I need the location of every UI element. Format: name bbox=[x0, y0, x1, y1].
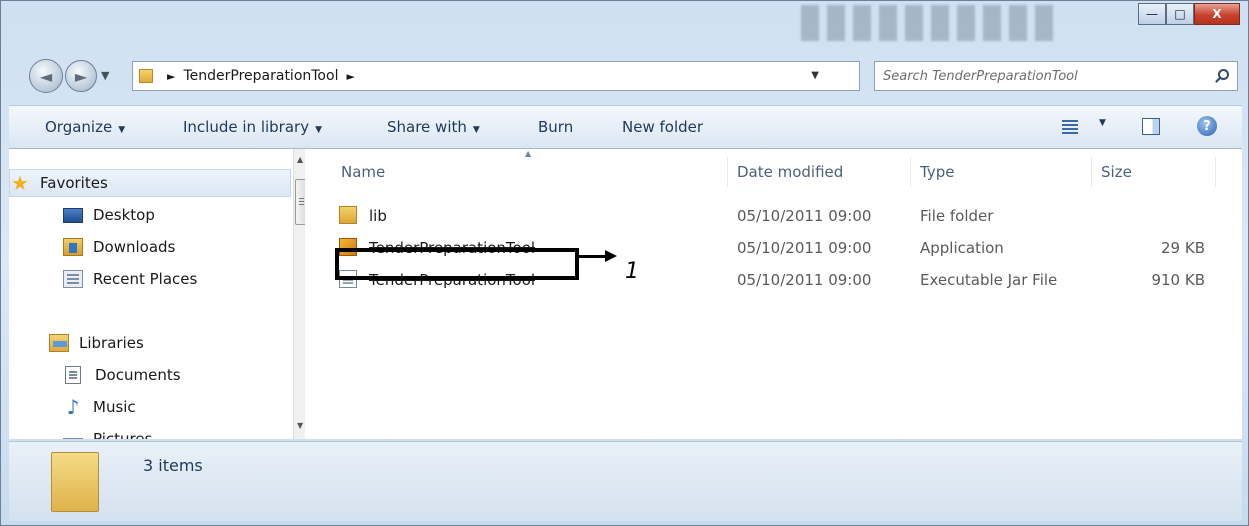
sidebar-item-label: Downloads bbox=[93, 238, 176, 256]
column-header-type[interactable]: Type bbox=[920, 163, 954, 181]
back-button[interactable]: ◄ bbox=[29, 59, 63, 93]
column-header-name[interactable]: Name bbox=[341, 163, 385, 181]
include-in-library-menu[interactable]: Include in library ▼ bbox=[183, 118, 322, 136]
change-view-icon[interactable] bbox=[1062, 120, 1078, 134]
folder-icon bbox=[339, 206, 357, 224]
file-type: Application bbox=[920, 239, 1004, 257]
column-divider[interactable] bbox=[910, 157, 911, 187]
sidebar-item-recent-places[interactable]: Recent Places bbox=[63, 265, 197, 293]
explorer-window: — □ X ◄ ► ▼ ► TenderPreparationTool ► ↻ … bbox=[0, 0, 1249, 526]
preview-pane-icon[interactable] bbox=[1142, 118, 1160, 135]
address-row: ◄ ► ▼ ► TenderPreparationTool ► ↻ ▼ bbox=[1, 53, 1249, 99]
annotation-arrow bbox=[579, 255, 607, 258]
breadcrumb-separator[interactable]: ► bbox=[167, 70, 175, 83]
pictures-icon bbox=[63, 438, 83, 439]
navigation-scrollbar[interactable]: ▲ ▼ bbox=[293, 149, 305, 439]
sidebar-item-label: Pictures bbox=[93, 430, 153, 439]
details-pane: 3 items bbox=[9, 441, 1242, 521]
file-list: Name ▲ Date modified Type Size lib 05/10… bbox=[305, 149, 1242, 439]
sidebar-item-label: Music bbox=[93, 398, 136, 416]
chevron-down-icon[interactable]: ▼ bbox=[1099, 118, 1106, 128]
sidebar-item-desktop[interactable]: Desktop bbox=[63, 201, 155, 229]
sidebar-item-label: Documents bbox=[95, 366, 181, 384]
help-icon[interactable]: ? bbox=[1197, 116, 1217, 136]
breadcrumb-separator[interactable]: ► bbox=[346, 70, 354, 83]
window-controls: — □ X bbox=[1138, 3, 1240, 25]
file-type: Executable Jar File bbox=[920, 271, 1058, 289]
desktop-icon bbox=[63, 207, 83, 223]
item-count: 3 items bbox=[143, 456, 203, 475]
sidebar-item-pictures[interactable]: Pictures bbox=[63, 425, 152, 439]
chevron-down-icon: ▼ bbox=[118, 125, 126, 135]
share-with-label: Share with bbox=[387, 118, 467, 136]
arrow-right-icon bbox=[605, 250, 617, 262]
sidebar-item-label: Favorites bbox=[40, 174, 108, 192]
file-date-modified: 05/10/2011 09:00 bbox=[737, 271, 872, 289]
folder-icon bbox=[139, 69, 153, 83]
sidebar-item-label: Libraries bbox=[79, 334, 144, 352]
folder-icon bbox=[51, 452, 99, 512]
sidebar-item-documents[interactable]: Documents bbox=[65, 361, 181, 389]
scroll-down-arrow-icon[interactable]: ▼ bbox=[297, 421, 303, 430]
scroll-up-arrow-icon[interactable]: ▲ bbox=[297, 155, 303, 164]
file-name: lib bbox=[369, 207, 387, 225]
file-date-modified: 05/10/2011 09:00 bbox=[737, 207, 872, 225]
file-size: 910 KB bbox=[1151, 271, 1205, 289]
address-bar[interactable]: ► TenderPreparationTool ► ↻ ▼ bbox=[132, 61, 981, 91]
burn-button[interactable]: Burn bbox=[538, 118, 573, 136]
sidebar-item-favorites[interactable]: ★ Favorites bbox=[9, 169, 291, 197]
share-with-menu[interactable]: Share with ▼ bbox=[387, 118, 480, 136]
close-button[interactable]: X bbox=[1194, 3, 1240, 25]
recent-places-icon bbox=[63, 270, 83, 288]
sidebar-item-music[interactable]: ♪ Music bbox=[63, 393, 136, 421]
chevron-down-icon: ▼ bbox=[472, 125, 480, 135]
breadcrumb-tenderpreparationtool[interactable]: TenderPreparationTool bbox=[183, 68, 338, 84]
documents-icon bbox=[65, 366, 81, 384]
include-in-library-label: Include in library bbox=[183, 118, 310, 136]
recent-pages-dropdown[interactable]: ▼ bbox=[101, 69, 109, 82]
minimize-button[interactable]: — bbox=[1138, 3, 1166, 25]
organize-label: Organize bbox=[45, 118, 113, 136]
command-bar: Organize ▼ Include in library ▼ Share with… bbox=[9, 105, 1242, 149]
sidebar-item-label: Recent Places bbox=[93, 270, 198, 288]
forward-button[interactable]: ► bbox=[65, 60, 97, 92]
annotation-highlight-box bbox=[335, 248, 579, 280]
address-history-dropdown[interactable]: ▼ bbox=[811, 70, 819, 81]
search-input[interactable] bbox=[883, 67, 1203, 85]
search-icon[interactable] bbox=[1218, 69, 1229, 80]
column-divider[interactable] bbox=[1091, 157, 1092, 187]
sidebar-item-downloads[interactable]: Downloads bbox=[63, 233, 175, 261]
column-header-date-modified[interactable]: Date modified bbox=[737, 163, 843, 181]
music-icon: ♪ bbox=[66, 395, 80, 419]
maximize-button[interactable]: □ bbox=[1166, 3, 1194, 25]
file-size: 29 KB bbox=[1161, 239, 1205, 257]
file-row[interactable]: lib 05/10/2011 09:00 File folder bbox=[305, 201, 1242, 231]
column-header-size[interactable]: Size bbox=[1101, 163, 1132, 181]
libraries-icon bbox=[49, 334, 69, 352]
sort-ascending-icon: ▲ bbox=[525, 149, 532, 158]
file-type: File folder bbox=[920, 207, 994, 225]
annotation-number: 1 bbox=[625, 259, 639, 284]
chevron-down-icon: ▼ bbox=[315, 125, 322, 135]
new-folder-button[interactable]: New folder bbox=[622, 118, 703, 136]
organize-menu[interactable]: Organize ▼ bbox=[45, 118, 125, 136]
scrollbar-thumb[interactable] bbox=[295, 179, 305, 225]
navigation-pane: ★ Favorites Desktop Downloads Recent Pla… bbox=[9, 149, 305, 439]
star-icon: ★ bbox=[11, 171, 29, 195]
search-box[interactable] bbox=[874, 61, 1238, 91]
downloads-icon bbox=[63, 238, 83, 256]
column-divider[interactable] bbox=[1215, 157, 1216, 187]
column-divider[interactable] bbox=[727, 157, 728, 187]
file-date-modified: 05/10/2011 09:00 bbox=[737, 239, 872, 257]
blurred-title-text bbox=[801, 5, 1061, 41]
sidebar-item-label: Desktop bbox=[93, 206, 155, 224]
sidebar-item-libraries[interactable]: Libraries bbox=[49, 329, 144, 357]
title-bar: — □ X bbox=[1, 1, 1249, 47]
